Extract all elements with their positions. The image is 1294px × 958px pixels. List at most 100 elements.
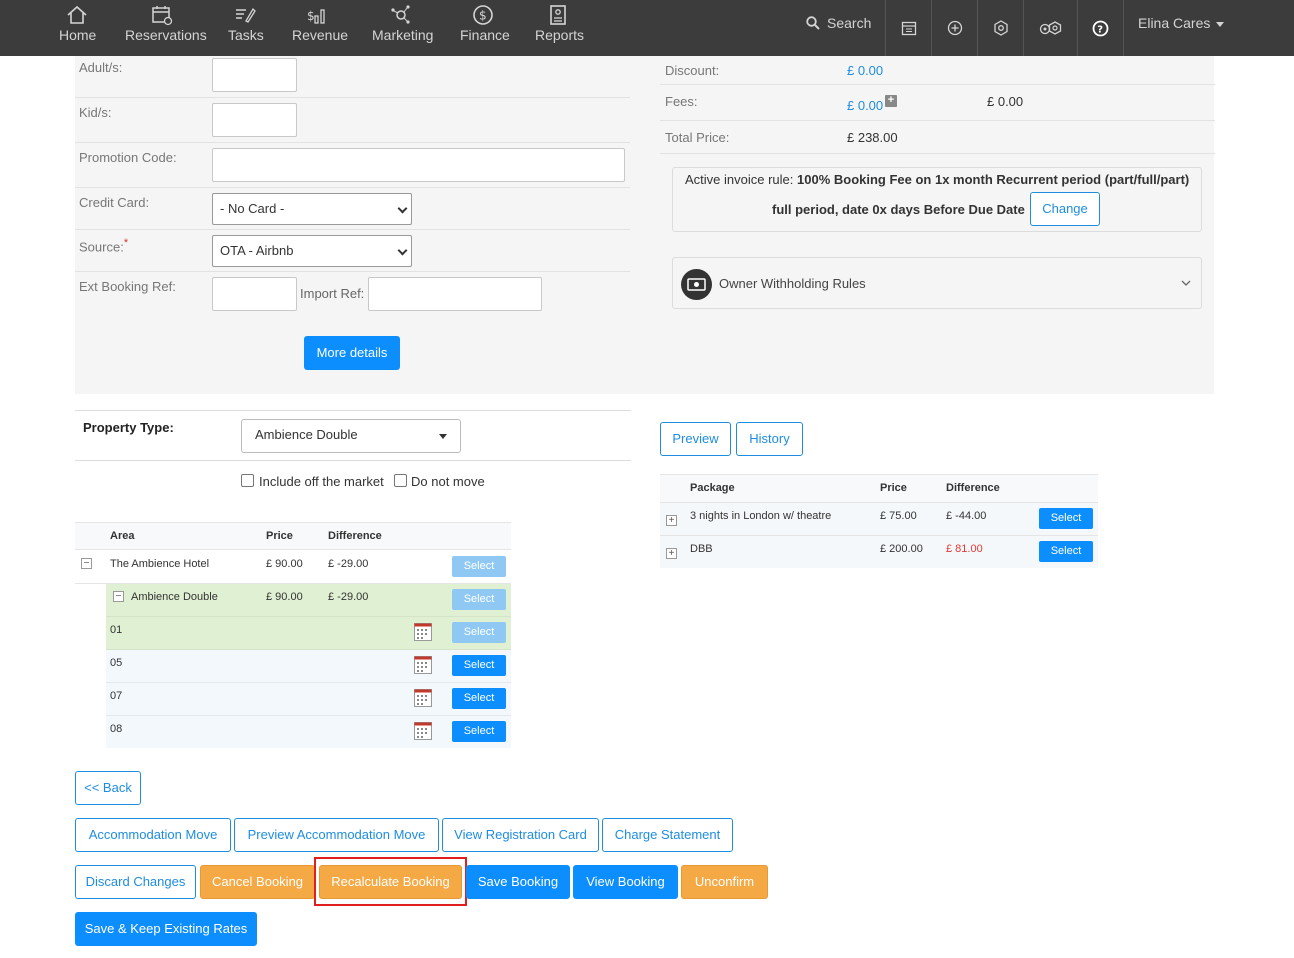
- select-button[interactable]: Select: [1039, 508, 1093, 529]
- expand-icon[interactable]: +: [666, 548, 677, 559]
- tasks-icon: [236, 7, 256, 23]
- history-button[interactable]: History: [736, 422, 803, 456]
- calendar-grid-icon[interactable]: [414, 722, 432, 740]
- view-booking-button[interactable]: View Booking: [573, 865, 678, 899]
- chevron-down-icon: [397, 203, 408, 214]
- collapse-icon[interactable]: −: [113, 591, 124, 602]
- package-header: Package: [690, 482, 735, 494]
- calendar-shortcut[interactable]: [886, 0, 931, 56]
- calendar-icon: [152, 6, 173, 26]
- gears-icon: [1039, 21, 1061, 35]
- accommodation-move-button[interactable]: Accommodation Move: [75, 818, 231, 852]
- chevron-down-icon: [397, 245, 408, 256]
- unconfirm-button[interactable]: Unconfirm: [681, 865, 768, 899]
- add-button[interactable]: [932, 0, 977, 56]
- select-button[interactable]: Select: [1039, 541, 1093, 562]
- fees-value[interactable]: £ 0.00: [847, 98, 883, 113]
- select-button[interactable]: Select: [452, 622, 506, 643]
- caret-down-icon: [439, 434, 447, 439]
- finance-icon: $: [472, 5, 493, 25]
- view-registration-card-button[interactable]: View Registration Card: [442, 818, 599, 852]
- promo-code-label: Promotion Code:: [79, 150, 177, 165]
- user-name: Elina Cares: [1138, 15, 1211, 31]
- back-button[interactable]: << Back: [75, 771, 141, 805]
- include-off-market-checkbox[interactable]: [241, 474, 254, 487]
- package-price-header: Price: [880, 482, 907, 494]
- select-button[interactable]: Select: [452, 688, 506, 709]
- divider: [75, 97, 630, 98]
- recalculate-booking-button[interactable]: Recalculate Booking: [319, 865, 462, 899]
- preview-accommodation-move-button[interactable]: Preview Accommodation Move: [234, 818, 439, 852]
- nav-finance-label: Finance: [460, 27, 510, 43]
- gear-icon: [993, 20, 1008, 36]
- more-details-button[interactable]: More details: [304, 336, 400, 370]
- divider: [660, 84, 1215, 85]
- invoice-rule-line-2: full period, date 0x days Before Due Dat…: [772, 202, 1025, 217]
- marketing-icon: [391, 5, 410, 24]
- discount-value[interactable]: £ 0.00: [847, 63, 883, 78]
- nav-tasks[interactable]: Tasks: [228, 4, 264, 43]
- divider: [660, 120, 1215, 121]
- invoice-rule-text: 100% Booking Fee on 1x month Recurrent p…: [797, 172, 1190, 187]
- table-row-selected: [106, 617, 511, 650]
- discard-changes-button[interactable]: Discard Changes: [75, 865, 196, 899]
- discount-label: Discount:: [665, 63, 720, 78]
- promo-code-input[interactable]: [212, 148, 625, 182]
- nav-marketing[interactable]: Marketing: [372, 4, 433, 43]
- preview-button[interactable]: Preview: [660, 422, 731, 456]
- nav-home[interactable]: Home: [59, 4, 96, 43]
- caret-down-icon: [1216, 21, 1225, 27]
- total-price-value: £ 238.00: [847, 130, 898, 145]
- select-button[interactable]: Select: [452, 589, 506, 610]
- import-ref-label: Import Ref:: [300, 286, 365, 301]
- calendar-small-icon: [901, 21, 916, 36]
- property-type-value: Ambience Double: [255, 427, 358, 442]
- divider: [75, 142, 630, 143]
- calendar-grid-icon[interactable]: [414, 623, 432, 641]
- select-button[interactable]: Select: [452, 655, 506, 676]
- kids-input[interactable]: [212, 103, 297, 137]
- expand-icon[interactable]: +: [666, 515, 677, 526]
- divider: [1123, 0, 1124, 56]
- calendar-grid-icon[interactable]: [414, 689, 432, 707]
- area-name: Ambience Double: [131, 591, 218, 603]
- select-button[interactable]: Select: [452, 556, 506, 577]
- do-not-move-checkbox[interactable]: [394, 474, 407, 487]
- credit-card-select[interactable]: - No Card -: [212, 193, 412, 225]
- collapse-icon[interactable]: −: [81, 558, 92, 569]
- unit-link[interactable]: 07: [110, 690, 122, 702]
- nav-reports[interactable]: Reports: [535, 4, 584, 43]
- include-off-market-label: Include off the market: [259, 474, 384, 489]
- nav-revenue[interactable]: $ Revenue: [292, 4, 348, 43]
- owner-withholding-panel[interactable]: Owner Withholding Rules: [672, 257, 1202, 309]
- package-name: DBB: [690, 543, 713, 555]
- nav-reservations[interactable]: Reservations: [125, 4, 207, 43]
- select-button[interactable]: Select: [452, 721, 506, 742]
- revenue-icon: $: [307, 9, 325, 24]
- package-difference-header: Difference: [946, 482, 1000, 494]
- unit-link[interactable]: 05: [110, 657, 122, 669]
- save-booking-button[interactable]: Save Booking: [466, 865, 570, 899]
- nav-finance[interactable]: $ Finance: [460, 4, 510, 43]
- property-type-select[interactable]: Ambience Double: [241, 419, 461, 453]
- adults-input[interactable]: [212, 58, 297, 92]
- change-rule-button[interactable]: Change: [1030, 192, 1100, 226]
- ext-booking-ref-input[interactable]: [212, 277, 297, 311]
- charge-statement-button[interactable]: Charge Statement: [602, 818, 733, 852]
- search-button[interactable]: Search: [806, 15, 871, 31]
- expand-fees-icon[interactable]: +: [885, 95, 897, 107]
- advanced-settings-button[interactable]: [1024, 0, 1077, 56]
- help-button[interactable]: ?: [1078, 0, 1123, 56]
- owner-withholding-label: Owner Withholding Rules: [719, 276, 866, 291]
- unit-link[interactable]: 08: [110, 723, 122, 735]
- calendar-grid-icon[interactable]: [414, 656, 432, 674]
- cancel-booking-button[interactable]: Cancel Booking: [200, 865, 315, 899]
- import-ref-input[interactable]: [368, 277, 542, 311]
- invoice-rule-box: Active invoice rule: 100% Booking Fee on…: [672, 167, 1202, 232]
- source-select[interactable]: OTA - Airbnb: [212, 235, 412, 267]
- save-keep-existing-rates-button[interactable]: Save & Keep Existing Rates: [75, 912, 257, 946]
- package-name: 3 nights in London w/ theatre: [690, 510, 832, 522]
- settings-button[interactable]: [978, 0, 1023, 56]
- divider: [75, 187, 630, 188]
- user-menu[interactable]: Elina Cares: [1138, 15, 1225, 31]
